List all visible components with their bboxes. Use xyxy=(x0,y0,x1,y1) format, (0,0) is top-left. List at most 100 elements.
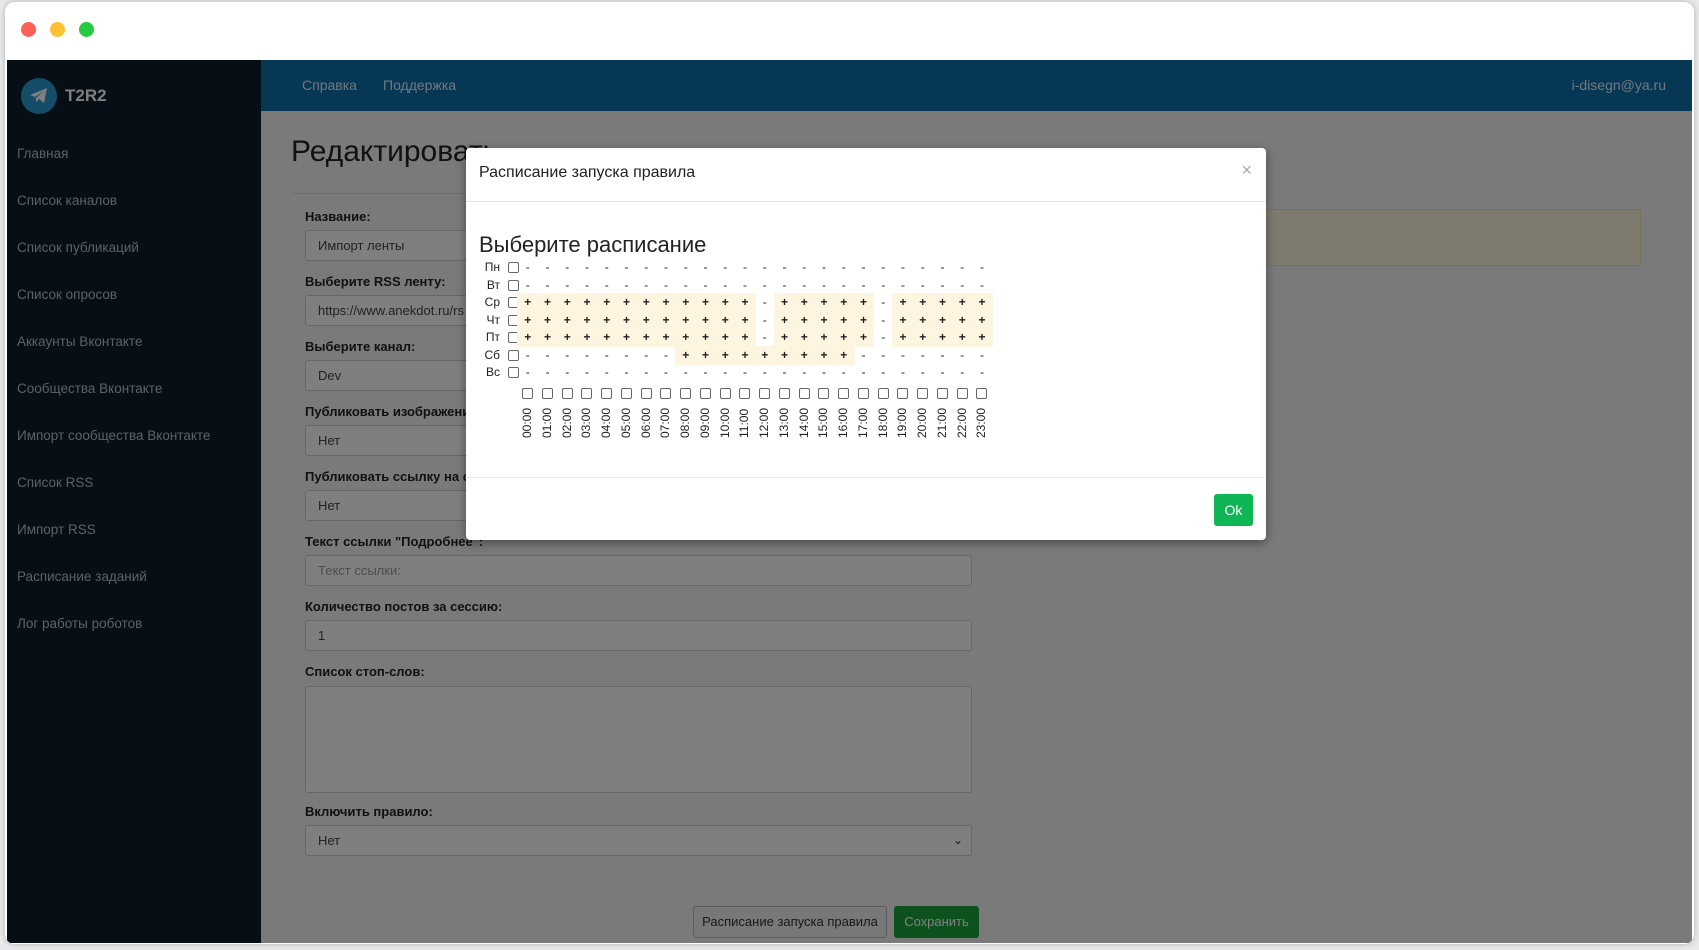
schedule-cell[interactable]: - xyxy=(892,346,914,365)
schedule-cell[interactable]: - xyxy=(695,258,717,277)
schedule-cell[interactable]: - xyxy=(971,346,993,365)
schedule-cell[interactable]: - xyxy=(952,346,974,365)
schedule-cell[interactable]: - xyxy=(912,276,934,295)
schedule-cell[interactable]: - xyxy=(932,258,954,277)
schedule-cell[interactable]: - xyxy=(695,363,717,382)
hour-checkbox[interactable] xyxy=(936,388,948,399)
schedule-cell[interactable]: + xyxy=(971,310,993,330)
hour-checkbox[interactable] xyxy=(759,388,770,399)
schedule-cell[interactable]: - xyxy=(912,258,934,277)
schedule-cell[interactable]: - xyxy=(853,258,875,277)
schedule-cell[interactable]: - xyxy=(734,276,756,295)
schedule-cell[interactable]: - xyxy=(517,346,539,365)
hour-checkbox[interactable] xyxy=(956,388,968,399)
schedule-cell[interactable]: - xyxy=(715,276,737,295)
schedule-cell[interactable]: - xyxy=(873,276,895,295)
hour-checkbox[interactable] xyxy=(877,388,889,399)
hour-checkbox[interactable] xyxy=(581,388,593,399)
schedule-cell[interactable]: - xyxy=(833,258,855,277)
hour-checkbox[interactable] xyxy=(561,388,573,399)
schedule-cell[interactable]: - xyxy=(596,258,618,277)
schedule-cell[interactable]: + xyxy=(675,293,697,312)
schedule-cell[interactable]: - xyxy=(833,276,855,295)
schedule-cell[interactable]: - xyxy=(715,363,737,382)
schedule-cell[interactable]: - xyxy=(873,346,895,365)
schedule-cell[interactable]: + xyxy=(793,310,815,330)
schedule-cell[interactable]: - xyxy=(636,258,658,277)
hour-checkbox[interactable] xyxy=(601,388,612,399)
schedule-cell[interactable]: + xyxy=(793,328,815,347)
schedule-cell[interactable]: - xyxy=(754,311,776,330)
schedule-cell[interactable]: + xyxy=(675,328,697,347)
schedule-cell[interactable]: - xyxy=(537,363,559,382)
schedule-cell[interactable]: - xyxy=(873,328,895,347)
schedule-cell[interactable]: - xyxy=(952,363,974,382)
hour-checkbox[interactable] xyxy=(522,388,533,399)
schedule-cell[interactable]: - xyxy=(754,258,776,277)
close-window-button[interactable] xyxy=(21,22,36,37)
schedule-cell[interactable]: + xyxy=(556,328,578,347)
schedule-cell[interactable]: + xyxy=(655,310,677,330)
schedule-cell[interactable]: - xyxy=(616,346,638,365)
schedule-cell[interactable]: + xyxy=(833,328,855,347)
schedule-cell[interactable]: + xyxy=(714,293,736,312)
schedule-cell[interactable]: + xyxy=(635,293,657,312)
schedule-cell[interactable]: + xyxy=(694,310,717,330)
schedule-cell[interactable]: - xyxy=(557,258,579,277)
close-icon[interactable]: × xyxy=(1241,160,1252,181)
schedule-cell[interactable]: - xyxy=(794,363,816,382)
hour-checkbox[interactable] xyxy=(660,388,672,399)
schedule-cell[interactable]: - xyxy=(734,258,756,277)
schedule-cell[interactable]: - xyxy=(537,276,559,295)
schedule-cell[interactable]: - xyxy=(616,258,638,277)
schedule-cell[interactable]: - xyxy=(576,258,598,277)
hour-checkbox[interactable] xyxy=(976,388,988,399)
schedule-cell[interactable]: + xyxy=(813,293,835,312)
schedule-cell[interactable]: - xyxy=(754,293,776,312)
schedule-cell[interactable]: - xyxy=(971,258,993,277)
ok-button[interactable]: Ok xyxy=(1214,494,1253,526)
schedule-cell[interactable]: + xyxy=(576,310,598,330)
hour-checkbox[interactable] xyxy=(739,388,751,399)
hour-checkbox[interactable] xyxy=(719,388,731,399)
schedule-cell[interactable]: - xyxy=(873,258,895,277)
schedule-cell[interactable]: + xyxy=(773,293,796,312)
schedule-cell[interactable]: + xyxy=(971,328,993,347)
schedule-cell[interactable]: + xyxy=(694,345,717,365)
schedule-cell[interactable]: - xyxy=(557,363,579,382)
schedule-cell[interactable]: + xyxy=(773,310,796,330)
schedule-cell[interactable]: - xyxy=(636,363,658,382)
schedule-cell[interactable]: - xyxy=(932,363,954,382)
schedule-cell[interactable]: - xyxy=(912,363,934,382)
schedule-cell[interactable]: - xyxy=(754,328,776,347)
schedule-cell[interactable]: + xyxy=(517,293,539,312)
schedule-cell[interactable]: + xyxy=(536,310,559,330)
schedule-cell[interactable]: - xyxy=(576,363,598,382)
schedule-cell[interactable]: + xyxy=(615,310,638,330)
schedule-cell[interactable]: + xyxy=(714,328,736,347)
hour-checkbox[interactable] xyxy=(818,388,830,399)
schedule-cell[interactable]: + xyxy=(694,293,717,312)
schedule-cell[interactable]: + xyxy=(694,328,717,347)
schedule-cell[interactable]: - xyxy=(794,276,816,295)
schedule-cell[interactable]: + xyxy=(655,293,677,312)
schedule-cell[interactable]: - xyxy=(557,276,579,295)
hour-checkbox[interactable] xyxy=(897,388,909,399)
schedule-cell[interactable]: + xyxy=(734,328,756,347)
schedule-cell[interactable]: + xyxy=(813,310,835,330)
minimize-window-button[interactable] xyxy=(50,22,65,37)
schedule-cell[interactable]: - xyxy=(813,258,835,277)
schedule-cell[interactable]: + xyxy=(773,328,796,347)
schedule-cell[interactable]: - xyxy=(892,276,914,295)
hour-checkbox[interactable] xyxy=(798,388,810,399)
schedule-cell[interactable]: - xyxy=(932,276,954,295)
schedule-cell[interactable]: + xyxy=(852,328,875,347)
schedule-cell[interactable]: - xyxy=(873,311,895,330)
schedule-cell[interactable]: + xyxy=(556,310,578,330)
schedule-cell[interactable]: - xyxy=(655,258,677,277)
schedule-cell[interactable]: - xyxy=(754,363,776,382)
schedule-cell[interactable]: - xyxy=(892,363,914,382)
schedule-cell[interactable]: - xyxy=(754,276,776,295)
schedule-cell[interactable]: - xyxy=(576,276,598,295)
schedule-cell[interactable]: - xyxy=(715,258,737,277)
